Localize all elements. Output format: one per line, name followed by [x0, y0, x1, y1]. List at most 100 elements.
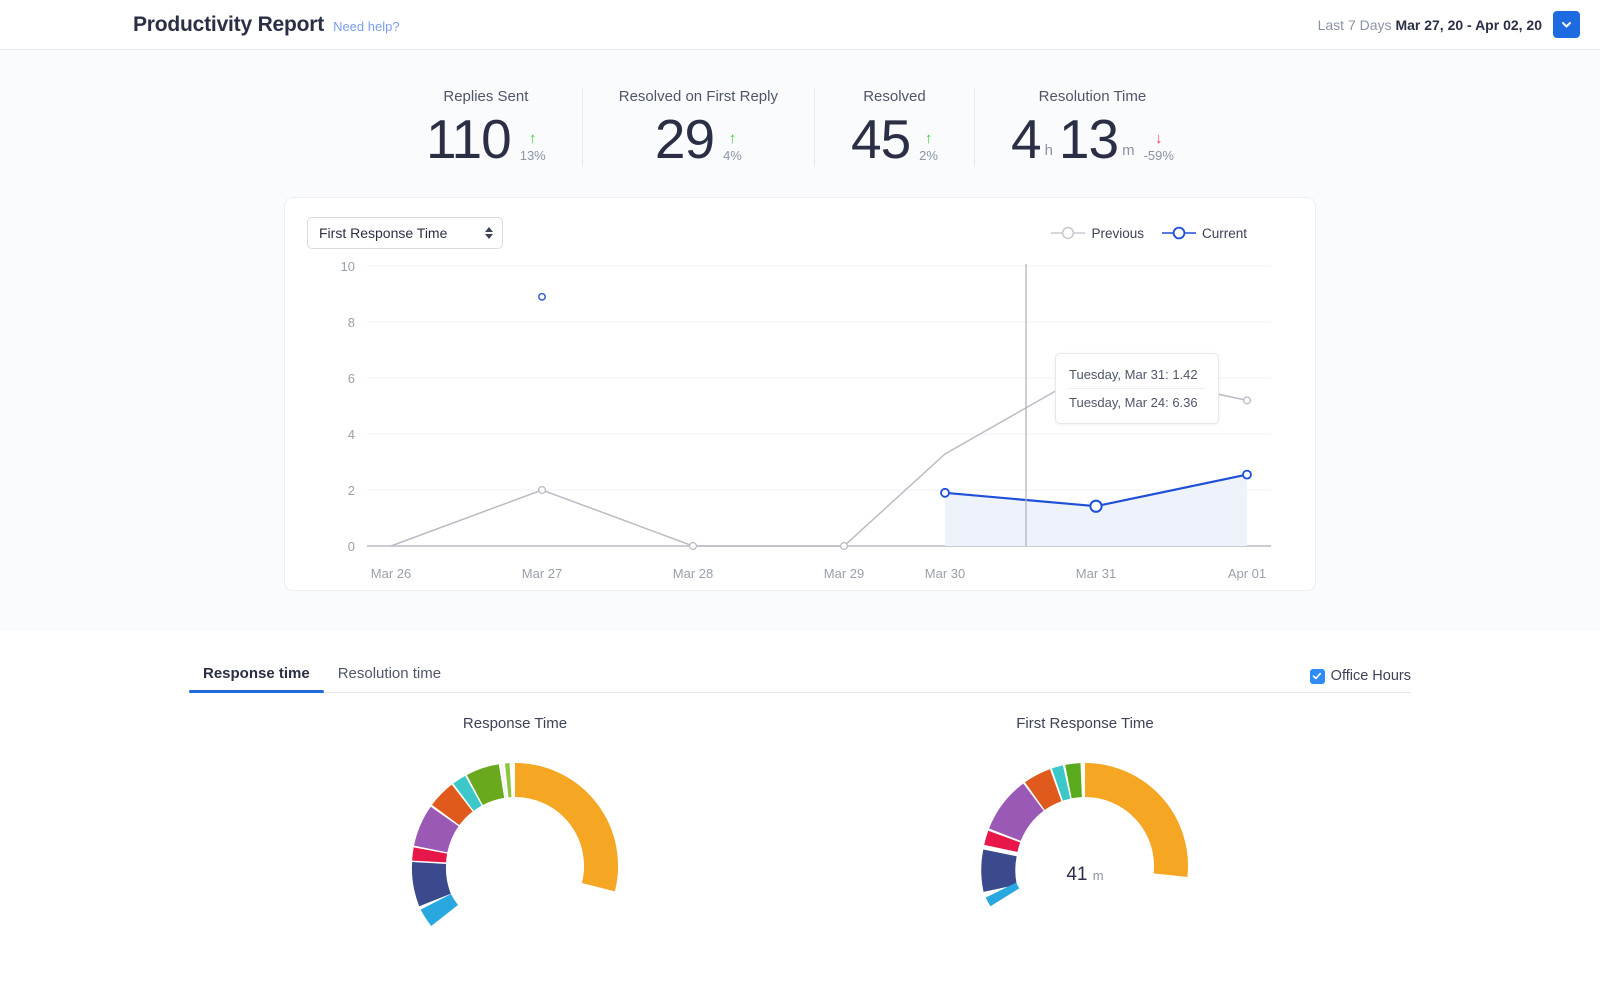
x-tick-6: Apr 01	[1228, 566, 1266, 581]
y-tick-10: 10	[341, 259, 355, 274]
kpi-resolved: Resolved 45 ↑ 2%	[815, 88, 975, 167]
chart-tooltip: Tuesday, Mar 31: 1.42 Tuesday, Mar 24: 6…	[1055, 353, 1219, 424]
arrow-up-icon: ↑	[729, 131, 737, 146]
kpi-value: 29	[655, 111, 714, 167]
donut-segment-5	[1001, 837, 1004, 849]
donut-segment-1	[1068, 780, 1081, 782]
tabs-bar: Response time Resolution time Office Hou…	[189, 651, 1411, 693]
kpi-delta-value: -59%	[1144, 148, 1174, 163]
donut-segment-9	[436, 902, 445, 916]
tooltip-row-previous: Tuesday, Mar 24: 6.36	[1056, 391, 1218, 414]
legend-item-current[interactable]: Current	[1162, 226, 1247, 241]
legend-marker-previous-icon	[1051, 226, 1085, 240]
header-date-group: Last 7 Days Mar 27, 20 - Apr 02, 20	[1318, 11, 1580, 38]
donut-segment-3	[1035, 785, 1056, 796]
kpi-value: 45	[851, 111, 910, 167]
line-chart-card: First Response Time Previous	[284, 197, 1316, 591]
chart-area: First Response Time Previous	[0, 197, 1600, 631]
kpi-resolved-on-first-reply: Resolved on First Reply 29 ↑ 4%	[583, 88, 815, 167]
metric-select[interactable]: First Response Time	[307, 217, 503, 249]
kpi-delta: ↑ 4%	[723, 131, 742, 167]
kpi-value-row: 110 ↑ 13%	[426, 111, 546, 167]
legend-marker-current-icon	[1162, 226, 1196, 240]
x-tick-0: Mar 26	[371, 566, 411, 581]
tooltip-row-current: Tuesday, Mar 31: 1.42	[1056, 363, 1218, 386]
y-tick-2: 2	[348, 483, 355, 498]
tabs-section: Response time Resolution time Office Hou…	[0, 631, 1600, 991]
donut-charts-row: Response Time	[0, 715, 1600, 991]
kpi-label: Resolved on First Reply	[619, 88, 778, 105]
office-hours-checkbox[interactable]	[1310, 669, 1325, 684]
tooltip-divider	[1069, 388, 1205, 389]
kpi-label: Replies Sent	[443, 88, 528, 105]
tab-label: Response time	[203, 665, 310, 682]
legend-item-previous[interactable]: Previous	[1051, 226, 1144, 241]
date-range-display[interactable]: Last 7 Days Mar 27, 20 - Apr 02, 20	[1318, 17, 1542, 33]
y-tick-6: 6	[348, 371, 355, 386]
y-tick-0: 0	[348, 539, 355, 554]
donut-center-value: 41	[1066, 864, 1087, 885]
chart-legend: Previous Current	[1051, 226, 1247, 241]
line-chart-plot: 10 8 6 4 2 0	[307, 256, 1293, 576]
donut-first-response-time: First Response Time 41 m	[965, 715, 1205, 991]
donut-segment-2	[1057, 782, 1066, 785]
donut-segment-5	[446, 798, 463, 815]
legend-label-previous: Previous	[1091, 226, 1144, 241]
kpi-resolution-time: Resolution Time 4 h 13 m ↓ -59%	[975, 88, 1210, 167]
kpi-label: Resolution Time	[1039, 88, 1147, 105]
header-title-group: Productivity Report Need help?	[133, 13, 400, 37]
chart-card-toolbar: First Response Time Previous	[307, 216, 1293, 250]
chart-y-axis-labels: 10 8 6 4 2 0	[341, 259, 355, 554]
need-help-link[interactable]: Need help?	[333, 19, 400, 34]
chart-x-axis-labels: Mar 26 Mar 27 Mar 28 Mar 29 Mar 30 Mar 3…	[371, 566, 1266, 581]
current-series-outlier-marker	[539, 294, 545, 300]
date-range-label: Last 7 Days	[1318, 17, 1392, 33]
kpi-delta-value: 4%	[723, 148, 742, 163]
x-tick-4: Mar 30	[925, 566, 965, 581]
donut-title: First Response Time	[1016, 715, 1154, 732]
donut-center-unit: m	[1093, 868, 1104, 883]
y-tick-8: 8	[348, 315, 355, 330]
donut-response-time: Response Time	[395, 715, 635, 991]
donut-chart-wrap: 41 m	[965, 746, 1205, 991]
date-range-value: Mar 27, 20 - Apr 02, 20	[1395, 17, 1542, 33]
donut-segment-0	[515, 780, 601, 887]
tab-label: Resolution time	[338, 665, 441, 682]
chevron-down-icon	[1560, 18, 1573, 31]
donut-chart-svg	[395, 746, 635, 986]
x-tick-2: Mar 28	[673, 566, 713, 581]
kpi-value: 110	[426, 111, 511, 167]
donut-title: Response Time	[463, 715, 567, 732]
arrow-down-icon: ↓	[1155, 131, 1163, 146]
donut-segment-8	[429, 863, 435, 900]
kpi-value-hours: 4	[1011, 111, 1041, 167]
arrow-up-icon: ↑	[529, 131, 537, 146]
donut-segments	[429, 780, 601, 916]
kpi-delta-value: 13%	[520, 148, 546, 163]
office-hours-label: Office Hours	[1331, 668, 1411, 684]
arrow-up-icon: ↑	[925, 131, 933, 146]
kpi-value-row: 45 ↑ 2%	[851, 111, 938, 167]
donut-segment-4	[464, 791, 474, 797]
tab-response-time[interactable]: Response time	[189, 665, 324, 692]
metric-select-wrapper: First Response Time	[307, 217, 503, 249]
donut-segment-7	[429, 851, 430, 862]
check-icon	[1312, 671, 1322, 681]
kpi-value-row: 4 h 13 m ↓ -59%	[1011, 111, 1174, 167]
kpi-row: Replies Sent 110 ↑ 13% Resolved on First…	[390, 88, 1210, 167]
date-range-dropdown-button[interactable]	[1553, 11, 1580, 38]
donut-segment-6	[431, 817, 445, 850]
donut-segment-7	[1001, 890, 1005, 897]
x-tick-5: Mar 31	[1076, 566, 1116, 581]
tab-resolution-time[interactable]: Resolution time	[324, 665, 455, 692]
kpi-unit-hours: h	[1045, 142, 1053, 167]
legend-label-current: Current	[1202, 226, 1247, 241]
donut-segment-0	[1085, 780, 1171, 875]
x-tick-3: Mar 29	[824, 566, 864, 581]
app-header: Productivity Report Need help? Last 7 Da…	[0, 0, 1600, 50]
office-hours-toggle[interactable]: Office Hours	[1310, 668, 1411, 692]
kpi-delta: ↑ 2%	[919, 131, 938, 167]
x-tick-1: Mar 27	[522, 566, 562, 581]
kpi-value-row: 29 ↑ 4%	[655, 111, 742, 167]
donut-center-label: 41 m	[965, 864, 1205, 886]
